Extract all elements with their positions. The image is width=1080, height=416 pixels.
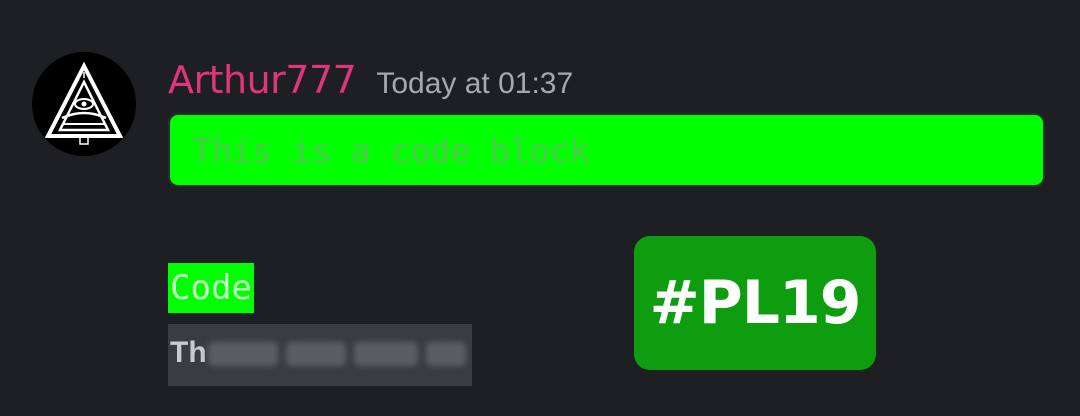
redacted-text-prefix: Th bbox=[170, 336, 207, 369]
redaction-blur bbox=[426, 342, 466, 366]
triangle-eye-emblem-icon bbox=[32, 52, 136, 156]
inline-code: Code bbox=[168, 263, 254, 313]
chat-message: Arthur777 Today at 01:37 This is a code … bbox=[0, 0, 1080, 416]
redacted-text: Th bbox=[168, 324, 472, 386]
redaction-blur bbox=[354, 342, 418, 366]
message-header: Arthur777 Today at 01:37 bbox=[168, 58, 573, 108]
username[interactable]: Arthur777 bbox=[168, 58, 357, 102]
code-block: This is a code block bbox=[168, 113, 1045, 187]
user-avatar[interactable] bbox=[32, 52, 136, 156]
redaction-blur bbox=[208, 342, 278, 366]
redaction-blur bbox=[286, 342, 346, 366]
tag-badge: #PL19 bbox=[634, 236, 876, 370]
code-block-text: This is a code block bbox=[192, 130, 590, 170]
timestamp[interactable]: Today at 01:37 bbox=[376, 67, 573, 101]
